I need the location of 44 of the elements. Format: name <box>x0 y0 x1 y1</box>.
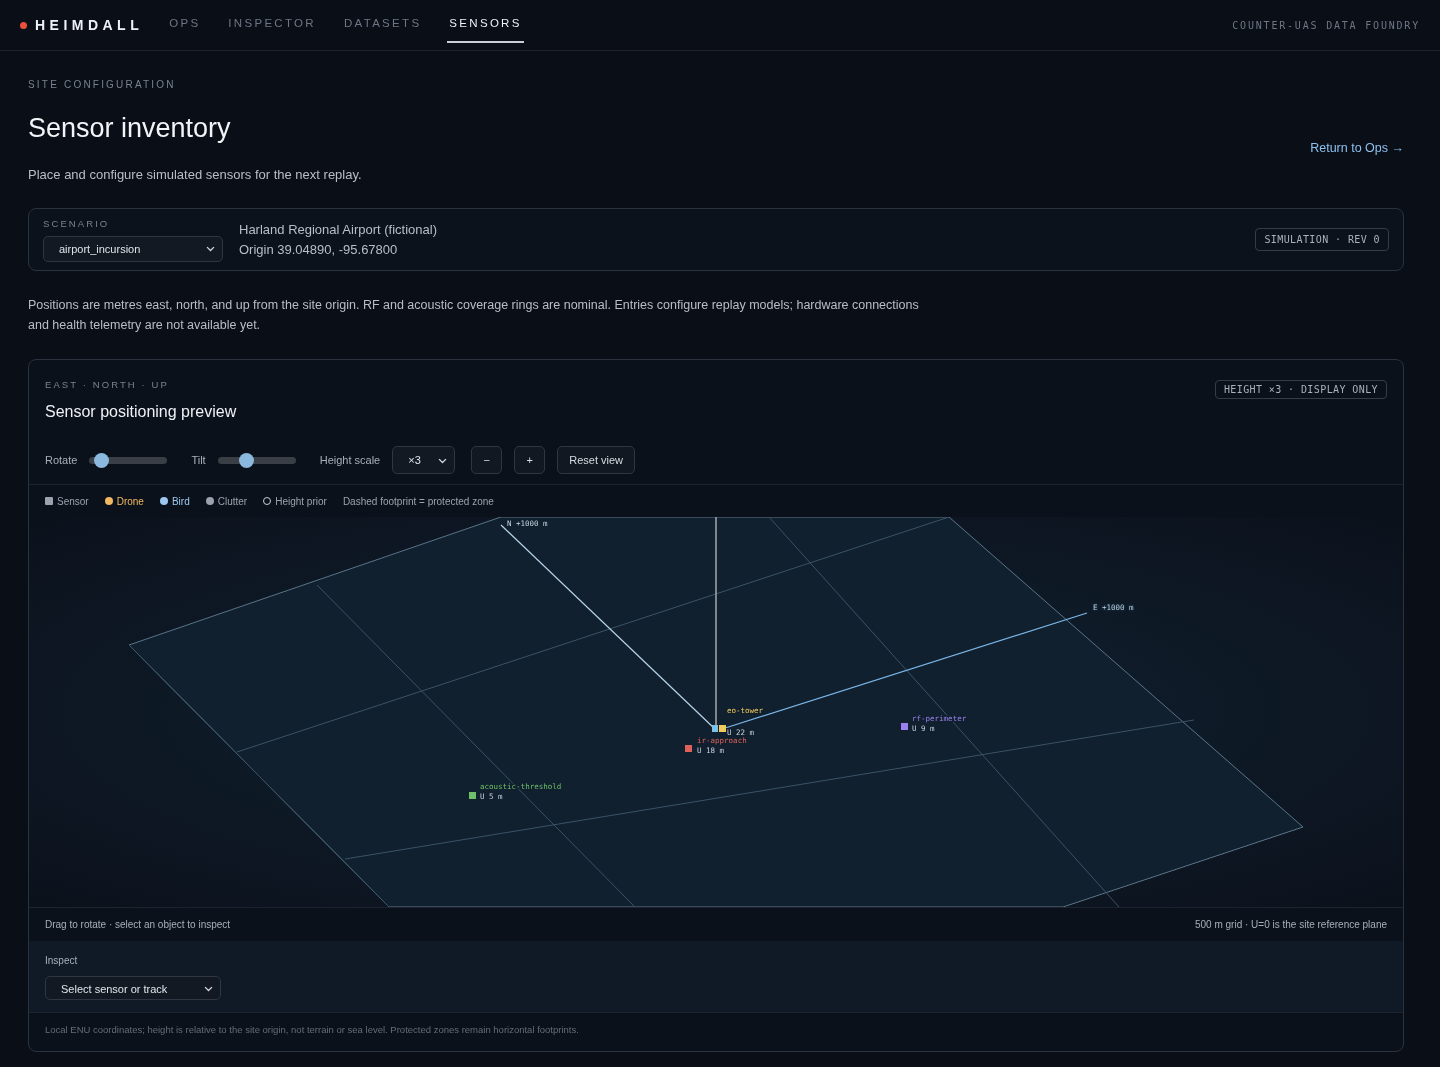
sensor-marker-icon[interactable] <box>712 725 718 733</box>
simulation-badge: SIMULATION · REV 0 <box>1255 228 1389 251</box>
legend-marker-icon <box>45 497 53 506</box>
view-button[interactable]: − <box>471 446 503 475</box>
legend-label: Sensor <box>57 494 89 509</box>
scenario-label: SCENARIO <box>43 217 111 232</box>
legend-label: Clutter <box>217 494 248 509</box>
nav-tab[interactable]: INSPECTOR <box>226 7 318 43</box>
canvas-hint: Drag to rotate · select an object to inspect <box>45 918 231 933</box>
height-badge: HEIGHT ×3 · DISPLAY ONLY <box>1214 380 1387 399</box>
tagline: COUNTER-UAS DATA FOUNDRY <box>1232 18 1420 33</box>
preview-eyebrow: EAST · NORTH · UP <box>45 378 170 392</box>
nav-tab[interactable]: DATASETS <box>341 7 424 43</box>
positions-note: Positions are metres east, north, and up from the site origin. RF and acoustic coverage rings are nominal. Entries configure replay models; hardware connections and health telemetry are not available yet. <box>28 297 920 334</box>
return-link[interactable]: Return to Ops → <box>1310 139 1404 158</box>
inspect-label: Inspect <box>45 954 79 969</box>
sensor-marker-icon[interactable] <box>685 745 692 753</box>
status-dot <box>20 21 27 29</box>
sensor-marker-icon[interactable] <box>719 725 726 733</box>
grid-note: 500 m grid · U=0 is the site reference plane <box>1194 918 1387 933</box>
legend-label: Height prior <box>275 494 327 509</box>
legend-label: Drone <box>116 494 144 509</box>
legend-label: Dashed footprint = protected zone <box>342 494 494 509</box>
brand-logo: HEIMDALL <box>35 15 144 35</box>
preview-title: Sensor positioning preview <box>45 402 237 423</box>
scenario-select[interactable]: airport_incursion <box>43 235 223 262</box>
site-name: Harland Regional Airport (fictional) <box>239 221 437 239</box>
slider-label: Rotate <box>45 453 78 468</box>
height-scale-select[interactable]: ×3 <box>392 446 456 475</box>
footnote: Local ENU coordinates; height is relative to the site origin, not terrain or sea level. Protected zones remain horizontal footprints. <box>29 1012 1403 1051</box>
view-button[interactable]: Reset view <box>557 446 636 475</box>
slider-label: Tilt <box>191 453 206 468</box>
site-origin: Origin 39.04890, -95.67800 <box>239 240 399 259</box>
section-eyebrow: SITE CONFIGURATION <box>28 78 177 92</box>
sensor-marker-icon[interactable] <box>469 792 476 800</box>
select-label: Height scale <box>319 453 381 468</box>
view-button[interactable]: + <box>514 446 546 475</box>
nav-tab[interactable]: SENSORS <box>447 7 524 43</box>
nav-tab[interactable]: OPS <box>167 7 203 43</box>
page-title: Sensor inventory <box>28 112 232 145</box>
page-subtitle: Place and configure simulated sensors for the next replay. <box>28 165 362 184</box>
legend-label: Bird <box>171 494 190 509</box>
sensor-marker-icon[interactable] <box>901 723 908 731</box>
inspect-select[interactable]: Select sensor or track <box>45 976 221 1001</box>
